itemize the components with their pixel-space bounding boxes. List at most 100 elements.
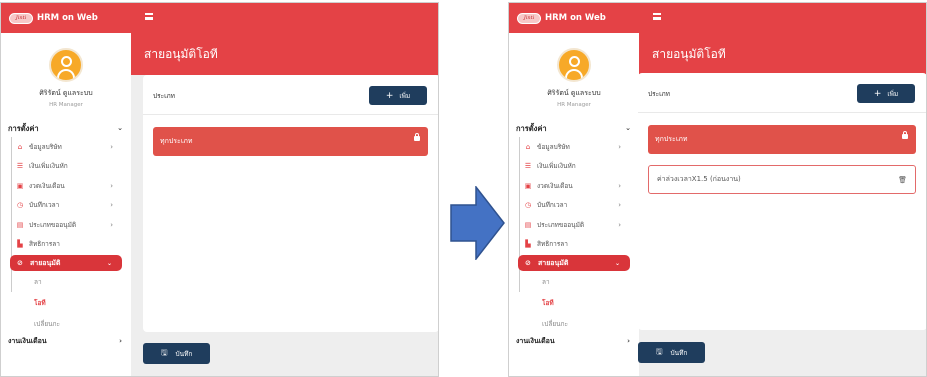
page-title: สายอนุมัติโอที bbox=[144, 47, 218, 61]
brand-bar: Jinti HRM on Web bbox=[509, 3, 639, 33]
menu-section-settings[interactable]: การตั้งค่า ⌄ bbox=[1, 123, 131, 137]
brand-bar: Jinti HRM on Web bbox=[1, 3, 131, 33]
brand-name: HRM on Web bbox=[545, 13, 606, 23]
money-icon: ▣ bbox=[524, 181, 532, 190]
sidebar: ศิริรัตน์ ดูแลระบบ HR Manager การตั้งค่า… bbox=[1, 3, 131, 376]
sidebar-item-label: สิทธิการลา bbox=[537, 240, 568, 249]
document-icon: ▙ bbox=[17, 240, 23, 249]
home-icon: ⌂ bbox=[17, 142, 23, 151]
money-icon: ▣ bbox=[16, 181, 24, 190]
type-row-label: ทุกประเภท bbox=[655, 135, 688, 143]
chevron-right-icon: › bbox=[110, 142, 113, 151]
chevron-down-icon: ⌄ bbox=[117, 124, 123, 132]
user-name: ศิริรัตน์ ดูแลระบบ bbox=[39, 89, 93, 97]
save-icon: 🖫 bbox=[160, 347, 168, 357]
type-row-all[interactable]: ทุกประเภท bbox=[648, 125, 916, 154]
sidebar-item-deductions[interactable]: ☰ เงินเพิ่มเงินหัก bbox=[1, 157, 131, 177]
sidebar-item-company[interactable]: ⌂ ข้อมูลบริษัท › bbox=[509, 137, 639, 157]
chevron-right-icon: › bbox=[618, 181, 621, 190]
sidebar-item-label: ข้อมูลบริษัท bbox=[29, 142, 62, 151]
sidebar-menu: การตั้งค่า ⌄ ⌂ ข้อมูลบริษัท › ☰ เงินเพิ่มเงิ… bbox=[1, 123, 131, 348]
user-profile: ศิริรัตน์ ดูแลระบบ HR Manager bbox=[509, 48, 639, 108]
hamburger-menu-icon[interactable] bbox=[653, 13, 661, 20]
sidebar-item-label: งวดเงินเดือน bbox=[537, 181, 573, 190]
sidebar-item-label: เงินเพิ่มเงินหัก bbox=[29, 162, 68, 171]
sidebar-subitem-ot[interactable]: โอที bbox=[509, 292, 639, 313]
type-row-label: ค่าล่วงเวลาX1.5 (ก่อนงาน) bbox=[657, 175, 741, 183]
home-icon: ⌂ bbox=[525, 142, 531, 151]
lock-icon bbox=[902, 130, 908, 139]
user-role: HR Manager bbox=[557, 102, 591, 108]
document-icon: ▙ bbox=[525, 240, 531, 249]
hamburger-menu-icon[interactable] bbox=[145, 13, 153, 20]
sidebar-item-payroll-period[interactable]: ▣ งวดเงินเดือน › bbox=[1, 176, 131, 196]
sidebar-item-label: บันทึกเวลา bbox=[537, 201, 568, 210]
sidebar-item-approval-line[interactable]: ⊘ สายอนุมัติ ⌄ bbox=[518, 255, 630, 271]
menu-section-label: การตั้งค่า bbox=[8, 124, 39, 133]
type-card: ประเภท + เพิ่ม ทุกประเภท ค่าล่วงเวลาX1.5 … bbox=[638, 73, 926, 330]
sidebar-item-label: สายอนุมัติ bbox=[30, 258, 61, 267]
add-button[interactable]: + เพิ่ม bbox=[369, 86, 427, 105]
sidebar-subitem-shift[interactable]: เปลี่ยนกะ bbox=[1, 313, 131, 334]
sidebar-item-request-types[interactable]: ▤ ประเภทขออนุมัติ › bbox=[509, 215, 639, 235]
list-icon: ☰ bbox=[524, 162, 532, 171]
sidebar: ศิริรัตน์ ดูแลระบบ HR Manager การตั้งค่า… bbox=[509, 3, 639, 376]
sidebar-item-label: สิทธิการลา bbox=[29, 240, 60, 249]
menu-section-settings[interactable]: การตั้งค่า ⌄ bbox=[509, 123, 639, 137]
sidebar-item-time-record[interactable]: ◷ บันทึกเวลา › bbox=[509, 196, 639, 216]
type-row-ot[interactable]: ค่าล่วงเวลาX1.5 (ก่อนงาน) 🗑 bbox=[648, 165, 916, 194]
check-circle-icon: ⊘ bbox=[17, 259, 23, 267]
sidebar-item-label: ประเภทขออนุมัติ bbox=[29, 220, 77, 229]
sidebar-item-company[interactable]: ⌂ ข้อมูลบริษัท › bbox=[1, 137, 131, 157]
menu-section-payroll[interactable]: งานเงินเดือน › bbox=[509, 334, 639, 348]
clock-icon: ◷ bbox=[524, 201, 532, 210]
chevron-down-icon: ⌄ bbox=[614, 259, 620, 267]
brand-logo: Jinti bbox=[517, 12, 541, 24]
check-circle-icon: ⊘ bbox=[525, 259, 531, 267]
user-name: ศิริรัตน์ ดูแลระบบ bbox=[547, 89, 601, 97]
user-profile: ศิริรัตน์ ดูแลระบบ HR Manager bbox=[1, 48, 131, 108]
sidebar-item-time-record[interactable]: ◷ บันทึกเวลา › bbox=[1, 196, 131, 216]
brand-logo: Jinti bbox=[9, 12, 33, 24]
save-button[interactable]: 🖫 บันทึก bbox=[638, 342, 705, 363]
sidebar-item-request-types[interactable]: ▤ ประเภทขออนุมัติ › bbox=[1, 215, 131, 235]
chevron-right-icon: › bbox=[119, 337, 122, 345]
add-button-label: เพิ่ม bbox=[887, 89, 899, 98]
lock-icon bbox=[414, 132, 420, 141]
chevron-right-icon: › bbox=[618, 142, 621, 151]
clock-icon: ◷ bbox=[16, 201, 24, 210]
sidebar-item-label: งวดเงินเดือน bbox=[29, 181, 65, 190]
menu-section-payroll[interactable]: งานเงินเดือน › bbox=[1, 334, 131, 348]
card-header: ประเภท + เพิ่ม bbox=[638, 73, 926, 113]
sidebar-subitem-ot[interactable]: โอที bbox=[1, 292, 131, 313]
plus-icon: + bbox=[385, 90, 394, 101]
list-icon: ☰ bbox=[16, 162, 24, 171]
sidebar-item-label: เงินเพิ่มเงินหัก bbox=[537, 162, 576, 171]
screen-after: ศิริรัตน์ ดูแลระบบ HR Manager การตั้งค่า… bbox=[508, 2, 927, 377]
sidebar-item-payroll-period[interactable]: ▣ งวดเงินเดือน › bbox=[509, 176, 639, 196]
chevron-down-icon: ⌄ bbox=[106, 259, 112, 267]
add-button-label: เพิ่ม bbox=[399, 91, 411, 100]
sidebar-item-deductions[interactable]: ☰ เงินเพิ่มเงินหัก bbox=[509, 157, 639, 177]
save-button[interactable]: 🖫 บันทึก bbox=[143, 343, 210, 364]
add-button[interactable]: + เพิ่ม bbox=[857, 84, 915, 103]
type-row-all[interactable]: ทุกประเภท bbox=[153, 127, 428, 156]
transition-arrow bbox=[450, 186, 505, 260]
avatar-icon bbox=[557, 48, 591, 82]
sidebar-subitem-shift[interactable]: เปลี่ยนกะ bbox=[509, 313, 639, 334]
calendar-icon: ▤ bbox=[16, 220, 24, 229]
save-icon: 🖫 bbox=[655, 346, 663, 356]
sidebar-item-leave-rights[interactable]: ▙ สิทธิการลา bbox=[509, 235, 639, 255]
page-title: สายอนุมัติโอที bbox=[652, 47, 726, 61]
sidebar-item-leave-rights[interactable]: ▙ สิทธิการลา bbox=[1, 235, 131, 255]
sidebar-subitem-leave[interactable]: ลา bbox=[509, 271, 639, 292]
sidebar-subitem-leave[interactable]: ลา bbox=[1, 271, 131, 292]
trash-icon[interactable]: 🗑 bbox=[898, 176, 907, 184]
chevron-right-icon: › bbox=[618, 220, 621, 229]
card-label: ประเภท bbox=[153, 92, 175, 100]
chevron-right-icon: › bbox=[618, 201, 621, 210]
menu-section-label: งานเงินเดือน bbox=[516, 336, 555, 345]
sidebar-item-label: ประเภทขออนุมัติ bbox=[537, 220, 585, 229]
sidebar-menu: การตั้งค่า ⌄ ⌂ ข้อมูลบริษัท › ☰ เงินเพิ่มเงิ… bbox=[509, 123, 639, 348]
sidebar-item-approval-line[interactable]: ⊘ สายอนุมัติ ⌄ bbox=[10, 255, 122, 271]
